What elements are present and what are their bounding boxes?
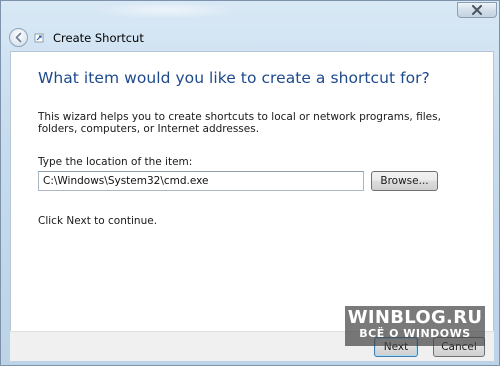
watermark: WINBLOG.RU ВСЁ О WINDOWS <box>345 306 485 346</box>
window-title: Create Shortcut <box>53 31 144 45</box>
wizard-heading: What item would you like to create a sho… <box>38 69 430 87</box>
location-input[interactable] <box>38 171 364 191</box>
location-label: Type the location of the item: <box>38 156 193 168</box>
close-x-icon <box>472 5 482 15</box>
window-frame: Create Shortcut What item would you like… <box>0 0 500 366</box>
watermark-main: WINBLOG.RU <box>347 307 483 328</box>
browse-button[interactable]: Browse... <box>371 171 438 191</box>
title-bar-glow <box>91 1 241 19</box>
shortcut-wizard-icon <box>34 33 44 43</box>
watermark-sub: ВСЁ О WINDOWS <box>359 327 471 340</box>
wizard-description: This wizard helps you to create shortcut… <box>38 111 441 135</box>
close-button[interactable] <box>457 2 497 18</box>
continue-hint: Click Next to continue. <box>38 215 158 227</box>
back-button[interactable] <box>9 28 28 47</box>
back-arrow-icon <box>15 32 22 43</box>
